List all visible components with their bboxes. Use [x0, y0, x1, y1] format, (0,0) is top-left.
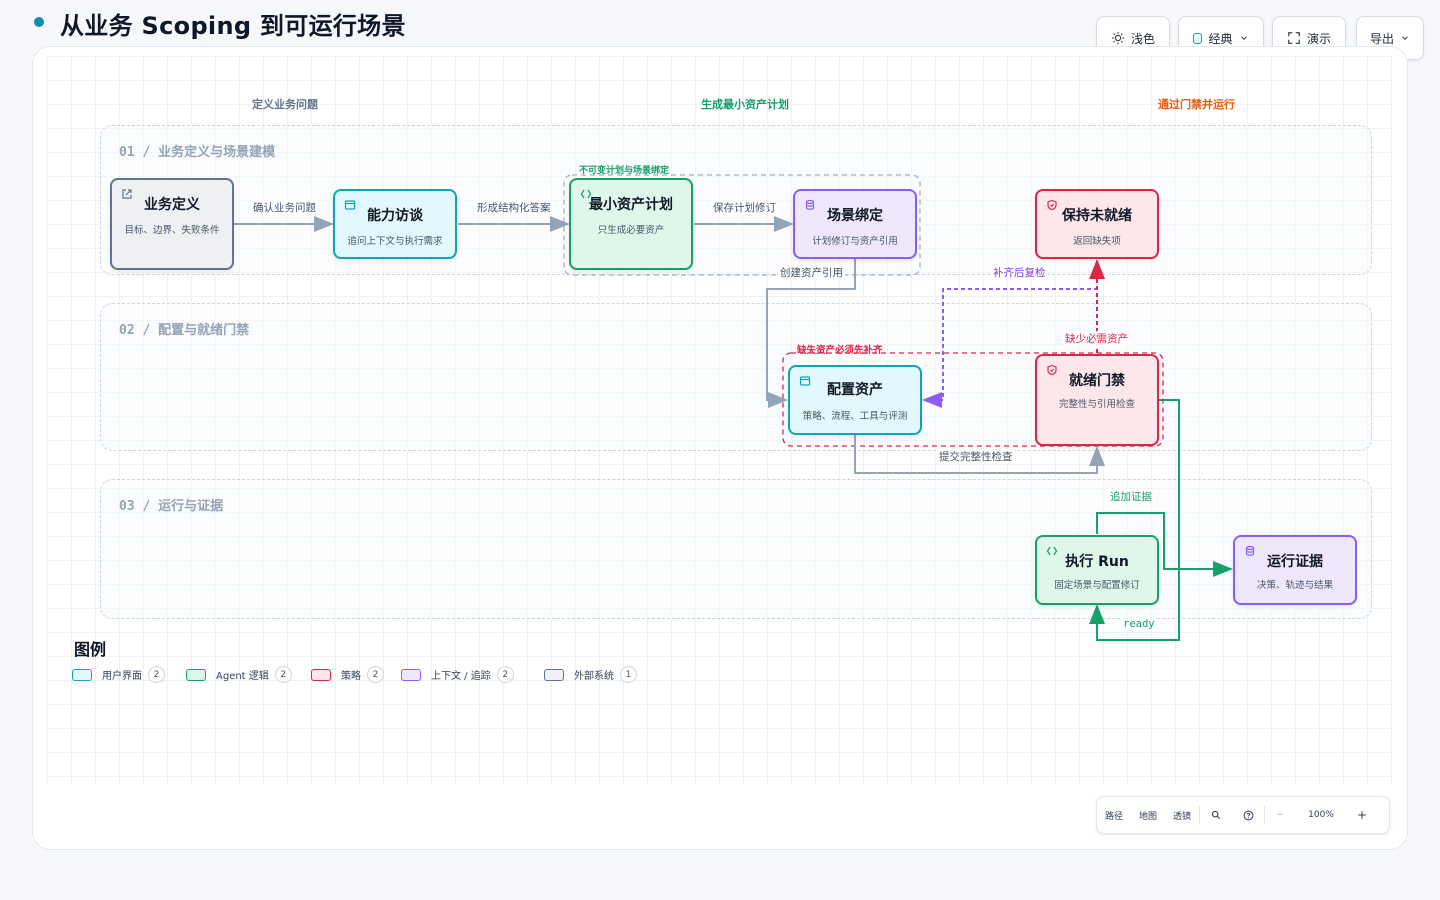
legend-swatch: [544, 668, 564, 681]
node-subtitle: 只生成必要资产: [597, 225, 665, 236]
zoom-toolbar: 路径 地图 透镜 − 100% +: [1096, 796, 1390, 834]
node-title: 场景绑定: [827, 208, 883, 224]
node-scene-binding[interactable]: 场景绑定 计划修订与资产引用: [793, 189, 917, 259]
present-label: 演示: [1306, 31, 1331, 46]
legend-count-badge: 2: [496, 666, 514, 683]
legend-label: 上下文 / 追踪: [431, 671, 491, 682]
legend-item: 外部系统 1: [544, 666, 637, 683]
zoom-in-button[interactable]: +: [1347, 808, 1377, 822]
legend-label: Agent 逻辑: [216, 671, 269, 682]
node-readiness-gate[interactable]: 就绪门禁 完整性与引用检查: [1035, 354, 1159, 446]
legend-item: Agent 逻辑 2: [186, 666, 292, 683]
lane-label-2: 02 / 配置与就绪门禁: [119, 323, 250, 338]
phase-header-3: 通过门禁并运行: [1158, 98, 1235, 111]
legend-count-badge: 2: [148, 666, 165, 683]
node-minimal-asset-plan[interactable]: 最小资产计划 只生成必要资产: [569, 178, 693, 270]
node-subtitle: 追问上下文与执行需求: [347, 236, 443, 247]
node-run-evidence[interactable]: 运行证据 决策、轨迹与结果: [1233, 535, 1357, 605]
style-swatch-icon: [1193, 32, 1203, 44]
legend-item: 用户界面 2: [72, 666, 165, 683]
node-title: 业务定义: [144, 197, 200, 213]
search-button[interactable]: [1200, 810, 1232, 820]
legend-swatch: [401, 668, 421, 681]
node-subtitle: 策略、流程、工具与评测: [802, 411, 908, 422]
chevron-down-icon: [1402, 36, 1408, 40]
theme-label: 浅色: [1130, 31, 1155, 46]
legend-item: 上下文 / 追踪 2: [401, 666, 514, 683]
node-title: 执行 Run: [1065, 554, 1129, 570]
node-subtitle: 固定场景与配置修订: [1054, 580, 1140, 591]
node-business-definition[interactable]: 业务定义 目标、边界、失败条件: [110, 178, 234, 270]
fullscreen-icon: [1288, 32, 1300, 44]
legend-title: 图例: [74, 640, 107, 659]
export-label: 导出: [1369, 31, 1394, 46]
search-icon: [1211, 810, 1221, 820]
node-configure-assets[interactable]: 配置资产 策略、流程、工具与评测: [788, 365, 922, 435]
lane-label-1: 01 / 业务定义与场景建模: [119, 145, 276, 160]
edge-label-confirm: 确认业务问题: [251, 200, 318, 215]
edge-label-missing: 缺少必需资产: [1063, 331, 1130, 346]
legend-label: 外部系统: [574, 671, 614, 682]
page-title: 从业务 Scoping 到可运行场景: [60, 12, 406, 40]
node-title: 保持未就绪: [1062, 208, 1132, 224]
zoom-out-button[interactable]: −: [1265, 810, 1295, 820]
map-button[interactable]: 地图: [1131, 809, 1165, 822]
legend-label: 用户界面: [102, 671, 142, 682]
sun-icon: [1111, 31, 1125, 45]
node-subtitle: 目标、边界、失败条件: [124, 225, 220, 236]
plan-group-label: 不可变计划与场景绑定: [579, 166, 670, 176]
legend-count-badge: 2: [367, 666, 384, 683]
edge-label-structure: 形成结构化答案: [475, 200, 553, 215]
node-keep-not-ready[interactable]: 保持未就绪 返回缺失项: [1035, 189, 1159, 259]
path-button[interactable]: 路径: [1097, 809, 1131, 822]
node-title: 最小资产计划: [589, 197, 673, 213]
node-subtitle: 完整性与引用检查: [1058, 399, 1135, 410]
legend-label: 策略: [341, 671, 361, 682]
lane-2: [100, 303, 1372, 451]
phase-header-1: 定义业务问题: [252, 98, 318, 111]
edge-label-recheck: 补齐后复检: [991, 265, 1048, 280]
lane-3: [100, 479, 1372, 619]
edge-label-save-rev: 保存计划修订: [711, 200, 778, 215]
edge-label-create-ref: 创建资产引用: [778, 265, 845, 280]
node-title: 配置资产: [827, 382, 883, 398]
help-button[interactable]: [1232, 810, 1264, 821]
edge-label-submit: 提交完整性检查: [937, 449, 1015, 464]
legend-count-badge: 1: [620, 666, 637, 683]
lens-button[interactable]: 透镜: [1165, 809, 1199, 822]
legend-swatch: [72, 668, 92, 681]
node-execute-run[interactable]: 执行 Run 固定场景与配置修订: [1035, 535, 1159, 605]
edge-label-append: 追加证据: [1108, 489, 1154, 504]
legend-item: 策略 2: [311, 666, 384, 683]
legend-count-badge: 2: [274, 666, 292, 683]
chevron-down-icon: [1240, 36, 1247, 40]
node-title: 运行证据: [1267, 554, 1323, 570]
help-icon: [1243, 810, 1253, 820]
node-subtitle: 决策、轨迹与结果: [1256, 580, 1333, 591]
node-subtitle: 计划修订与资产引用: [812, 236, 898, 247]
edge-label-ready: ready: [1121, 618, 1157, 630]
node-capability-interview[interactable]: 能力访谈 追问上下文与执行需求: [333, 189, 457, 259]
title-dot: [34, 17, 44, 27]
legend-swatch: [311, 668, 331, 681]
zoom-level: 100%: [1308, 810, 1334, 820]
lane-label-3: 03 / 运行与证据: [119, 499, 224, 514]
node-subtitle: 返回缺失项: [1073, 236, 1121, 247]
missing-group-label: 缺失资产必须先补齐: [797, 345, 883, 356]
phase-header-2: 生成最小资产计划: [701, 98, 789, 111]
node-title: 能力访谈: [367, 208, 423, 224]
legend-swatch: [186, 668, 206, 681]
style-label: 经典: [1208, 31, 1233, 46]
node-title: 就绪门禁: [1069, 373, 1125, 389]
